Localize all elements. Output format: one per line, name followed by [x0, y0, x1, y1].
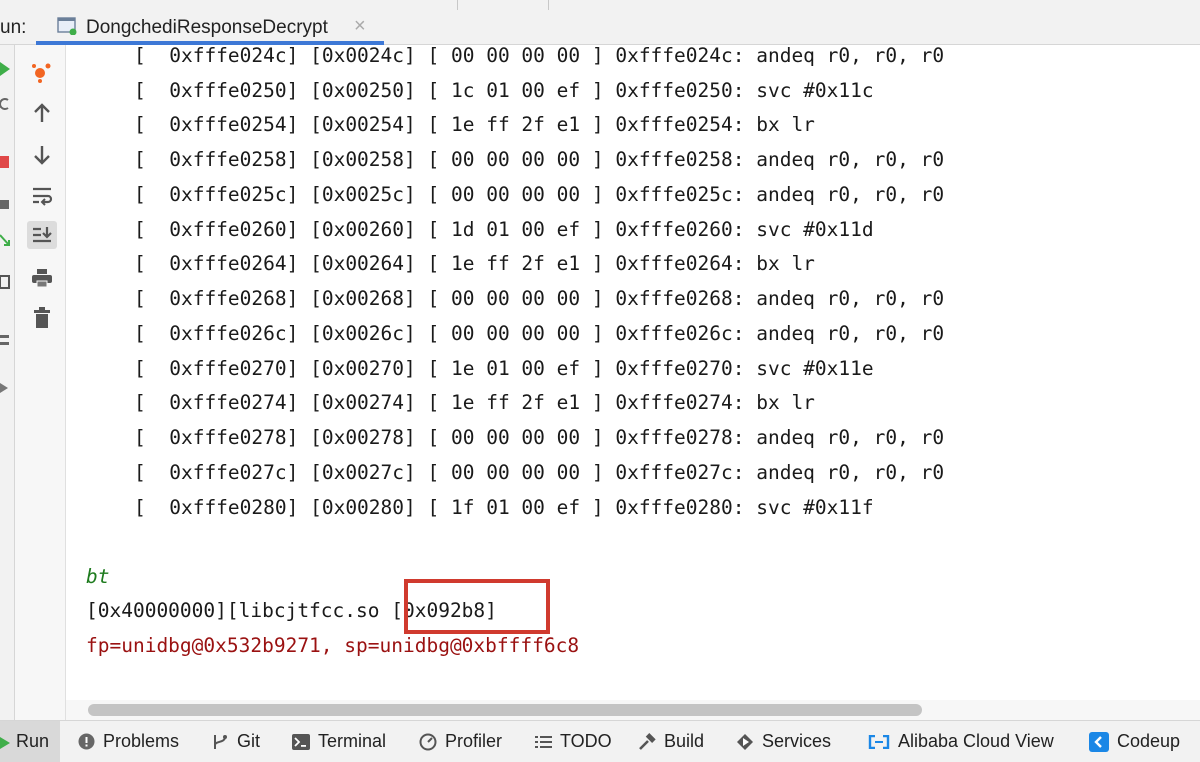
disasm-line: [ 0xfffe025c] [0x0025c] [ 00 00 00 00 ] …: [134, 183, 945, 206]
tool-run[interactable]: Run: [0, 721, 60, 762]
tool-codeup-label: Codeup: [1117, 731, 1181, 751]
tool-git[interactable]: Git: [211, 721, 260, 762]
disasm-line: [ 0xfffe0258] [0x00258] [ 00 00 00 00 ] …: [134, 148, 945, 171]
tool-problems[interactable]: Problems: [78, 721, 179, 762]
arrow-down-icon[interactable]: [27, 141, 57, 169]
scroll-to-end-icon[interactable]: [27, 221, 57, 249]
horizontal-scrollbar-thumb[interactable]: [88, 704, 922, 716]
disasm-line: [ 0xfffe0270] [0x00270] [ 1e 01 00 ef ] …: [134, 357, 874, 380]
arrow-up-icon[interactable]: [27, 99, 57, 127]
tool-todo-label: TODO: [560, 731, 612, 751]
soft-wrap-icon[interactable]: [27, 182, 57, 210]
console-output[interactable]: [ 0xfffe024c] [0x0024c] [ 00 00 00 00 ] …: [66, 45, 1200, 700]
tool-window-bar: Run Problems Git Terminal Profiler TODO …: [0, 720, 1200, 762]
camera-icon[interactable]: [0, 197, 10, 211]
run-icon: [0, 736, 10, 749]
debug-icon[interactable]: [27, 58, 57, 86]
backtrace-registers: fp=unidbg@0x532b9271, sp=unidbg@0xbffff6…: [86, 634, 580, 657]
run-panel-label: un:: [0, 17, 27, 38]
tool-profiler[interactable]: Profiler: [419, 721, 502, 762]
hammer-icon: [639, 732, 656, 750]
backtrace-label: bt: [86, 565, 110, 588]
left-strip: [0, 45, 15, 720]
close-icon[interactable]: ×: [354, 15, 366, 38]
disasm-line: [ 0xfffe0260] [0x00260] [ 1d 01 00 ef ] …: [134, 218, 874, 241]
tool-alibaba-cloud-view[interactable]: Alibaba Cloud View: [868, 721, 1054, 762]
application-icon: [57, 17, 77, 35]
offset-highlight-box: [404, 579, 550, 634]
git-branch-icon: [214, 734, 227, 749]
tool-terminal-label: Terminal: [318, 731, 387, 751]
divider: [457, 0, 458, 10]
tool-services[interactable]: Services: [736, 721, 831, 762]
restore-layout-icon[interactable]: [0, 233, 10, 247]
tool-problems-label: Problems: [103, 731, 180, 751]
todo-list-icon: [535, 735, 552, 748]
problems-icon: [78, 733, 95, 750]
tool-alibaba-cloud-view-label: Alibaba Cloud View: [898, 731, 1054, 751]
layout-icon[interactable]: [0, 275, 10, 289]
disasm-line: [ 0xfffe026c] [0x0026c] [ 00 00 00 00 ] …: [134, 322, 945, 345]
tool-run-label: Run: [16, 731, 50, 751]
tool-build-label: Build: [664, 731, 705, 751]
disasm-line: [ 0xfffe0250] [0x00250] [ 1c 01 00 ef ] …: [134, 79, 874, 102]
tool-services-label: Services: [762, 731, 832, 751]
disasm-line: [ 0xfffe0254] [0x00254] [ 1e ff 2f e1 ] …: [134, 113, 815, 136]
tool-git-label: Git: [237, 731, 261, 751]
trash-icon[interactable]: [27, 304, 57, 332]
services-icon: [737, 733, 753, 750]
disasm-line: [ 0xfffe0278] [0x00278] [ 00 00 00 00 ] …: [134, 426, 945, 449]
tab-title: DongchediResponseDecrypt: [86, 17, 328, 38]
settings-icon[interactable]: [0, 333, 10, 347]
disasm-line: [ 0xfffe0268] [0x00268] [ 00 00 00 00 ] …: [134, 287, 945, 310]
rerun-icon[interactable]: [0, 62, 10, 76]
more-icon[interactable]: [0, 381, 10, 395]
disasm-line: [ 0xfffe0264] [0x00264] [ 1e ff 2f e1 ] …: [134, 252, 815, 275]
divider: [548, 0, 549, 10]
disasm-line: [ 0xfffe024c] [0x0024c] [ 00 00 00 00 ] …: [134, 45, 945, 67]
terminal-icon: [292, 733, 310, 750]
codeup-icon: [1089, 731, 1109, 752]
tool-profiler-label: Profiler: [445, 731, 503, 751]
run-tab-bar: un: DongchediResponseDecrypt ×: [0, 0, 1200, 45]
tool-terminal[interactable]: Terminal: [292, 721, 386, 762]
restart-icon[interactable]: [0, 97, 10, 111]
tool-build[interactable]: Build: [638, 721, 704, 762]
stop-icon[interactable]: [0, 155, 10, 169]
print-icon[interactable]: [27, 264, 57, 292]
disasm-line: [ 0xfffe0280] [0x00280] [ 1f 01 00 ef ] …: [134, 496, 874, 519]
alibaba-cloud-icon: [868, 734, 890, 749]
disasm-line: [ 0xfffe027c] [0x0027c] [ 00 00 00 00 ] …: [134, 461, 945, 484]
tool-codeup[interactable]: Codeup: [1089, 721, 1180, 762]
run-config-tab[interactable]: DongchediResponseDecrypt ×: [36, 0, 384, 45]
profiler-icon: [419, 733, 437, 750]
disasm-line: [ 0xfffe0274] [0x00274] [ 1e ff 2f e1 ] …: [134, 391, 815, 414]
tool-todo[interactable]: TODO: [535, 721, 612, 762]
